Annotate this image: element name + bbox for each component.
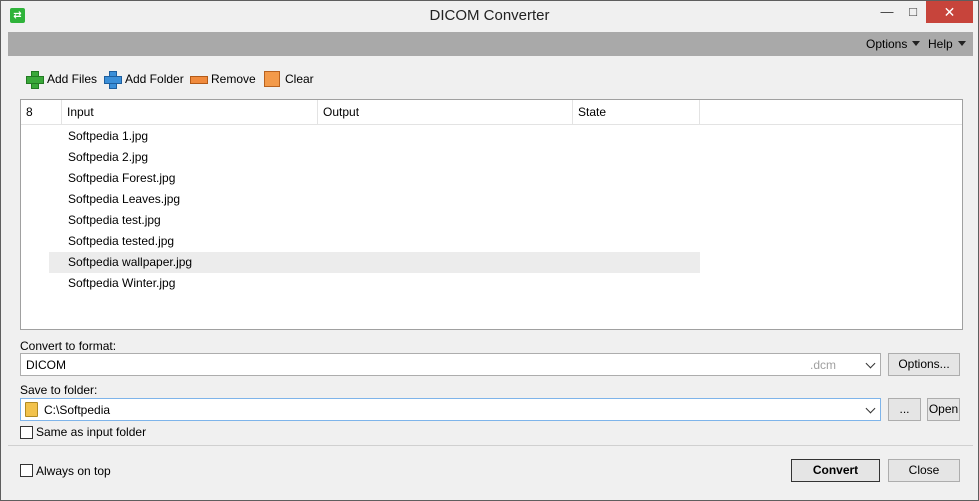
add-folder-label: Add Folder — [125, 72, 184, 86]
output-column-header[interactable]: Output — [318, 100, 573, 125]
maximize-button[interactable]: □ — [900, 1, 926, 23]
browse-button[interactable]: ... — [888, 398, 921, 421]
save-folder-label: Save to folder: — [20, 383, 98, 397]
close-window-button[interactable]: ✕ — [926, 1, 973, 23]
table-row[interactable]: Softpedia Forest.jpg — [49, 168, 700, 189]
input-column-header[interactable]: Input — [62, 100, 318, 125]
clear-button[interactable]: Clear — [264, 70, 314, 88]
file-count-header[interactable]: 8 — [21, 100, 62, 125]
orange-minus-icon — [190, 71, 208, 87]
file-list[interactable]: 8 Input Output State Softpedia 1.jpg Sof… — [20, 99, 963, 330]
divider — [8, 445, 973, 446]
help-menu-label: Help — [928, 37, 953, 51]
table-row[interactable]: Softpedia 2.jpg — [49, 147, 700, 168]
table-row-selected[interactable]: Softpedia wallpaper.jpg — [49, 252, 700, 273]
window-title: DICOM Converter — [429, 7, 550, 24]
convert-format-label: Convert to format: — [20, 339, 117, 353]
table-row[interactable]: Softpedia test.jpg — [49, 210, 700, 231]
folder-select[interactable]: C:\Softpedia — [20, 398, 881, 421]
convert-button[interactable]: Convert — [791, 459, 880, 482]
empty-column-header — [700, 100, 962, 125]
remove-button[interactable]: Remove — [190, 70, 256, 88]
table-row[interactable]: Softpedia 1.jpg — [49, 126, 700, 147]
options-menu[interactable]: Options — [866, 37, 921, 51]
green-plus-icon — [26, 71, 44, 89]
add-files-button[interactable]: Add Files — [26, 70, 98, 89]
add-folder-button[interactable]: Add Folder — [104, 70, 184, 89]
same-as-input-checkbox[interactable] — [20, 426, 33, 439]
options-menu-label: Options — [866, 37, 908, 51]
add-files-label: Add Files — [47, 72, 98, 86]
clear-label: Clear — [285, 72, 314, 86]
table-row[interactable]: Softpedia tested.jpg — [49, 231, 700, 252]
table-row[interactable]: Softpedia Winter.jpg — [49, 273, 700, 294]
minimize-button[interactable]: — — [874, 1, 900, 23]
open-folder-button[interactable]: Open — [927, 398, 960, 421]
format-options-button[interactable]: Options... — [888, 353, 960, 376]
blue-plus-icon — [104, 71, 122, 89]
help-menu[interactable]: Help — [928, 37, 966, 51]
menu-bar: Options Help — [8, 32, 973, 56]
format-extension: .dcm — [810, 358, 837, 372]
format-value: DICOM — [26, 358, 66, 372]
chevron-down-icon — [957, 41, 966, 46]
close-button[interactable]: Close — [888, 459, 960, 482]
same-as-input-label[interactable]: Same as input folder — [36, 425, 146, 439]
table-row[interactable]: Softpedia Leaves.jpg — [49, 189, 700, 210]
always-on-top-label[interactable]: Always on top — [36, 464, 111, 478]
folder-icon — [25, 402, 38, 417]
chevron-down-icon — [912, 41, 921, 46]
always-on-top-checkbox[interactable] — [20, 464, 33, 477]
folder-value: C:\Softpedia — [44, 403, 111, 417]
title-bar[interactable]: ⇄ DICOM Converter — □ ✕ — [1, 1, 978, 31]
main-window: ⇄ DICOM Converter — □ ✕ Options Help Add… — [0, 0, 979, 501]
state-column-header[interactable]: State — [573, 100, 700, 125]
remove-label: Remove — [211, 72, 256, 86]
orange-square-icon — [264, 71, 280, 87]
format-select[interactable]: DICOM .dcm — [20, 353, 881, 376]
content-area: Add Files Add Folder Remove Clear 8 Inpu… — [8, 56, 973, 496]
